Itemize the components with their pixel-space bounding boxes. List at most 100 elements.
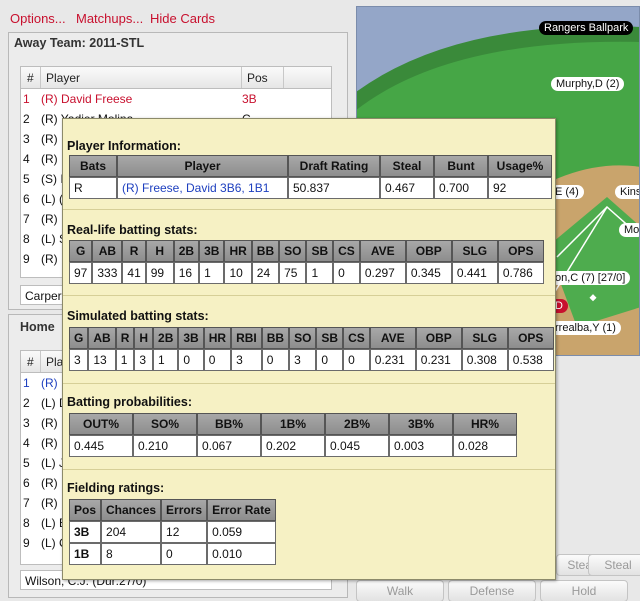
sim-value-cell: 13: [88, 349, 116, 371]
real-header-cell: SLG: [451, 240, 498, 262]
sim-header-cell: CS: [343, 327, 370, 349]
batting-prob-table: OUT% SO% BB% 1B% 2B% 3B% HR% 0.445 0.210 0.067 0.…: [69, 413, 517, 457]
real-value-cell: 1: [199, 262, 225, 284]
prob-header-cell: OUT%: [69, 413, 133, 435]
real-value-cell: 24: [251, 262, 280, 284]
sim-value-cell: 0.231: [415, 349, 462, 371]
sim-header-cell: HR: [203, 327, 232, 349]
sim-value-cell: 1: [115, 349, 135, 371]
lineup-row[interactable]: 1 (R) David Freese 3B: [21, 89, 331, 109]
player-name-value: (R) Freese, David 3B6, 1B1: [117, 177, 288, 199]
sim-header-cell: OBP: [415, 327, 462, 349]
fielding-error-rate: 0.010: [207, 543, 276, 565]
sim-stats-title: Simulated batting stats:: [67, 309, 209, 323]
fielding-chances: 204: [101, 521, 162, 543]
real-value-cell: 0: [333, 262, 360, 284]
real-header-cell: AVE: [359, 240, 406, 262]
bats-value: R: [69, 177, 117, 199]
sim-header-cell: OPS: [507, 327, 554, 349]
options-menu[interactable]: Options...: [10, 11, 66, 26]
col-pos: Pos: [69, 499, 102, 521]
prob-header-cell: BB%: [197, 413, 261, 435]
draft-rating-value: 50.837: [288, 177, 380, 199]
hold-button[interactable]: Hold: [540, 580, 628, 601]
sim-value-cell: 0.308: [461, 349, 508, 371]
sim-value-cell: 1: [153, 349, 179, 371]
batting-prob-title: Batting probabilities:: [67, 395, 192, 409]
col-pos-header: Pos: [247, 71, 268, 85]
prob-value-cell: 0.003: [389, 435, 453, 457]
real-value-cell: 333: [92, 262, 123, 284]
defense-button[interactable]: Defense: [448, 580, 536, 601]
prob-header-cell: HR%: [453, 413, 517, 435]
col-steal: Steal: [380, 155, 434, 177]
prob-value-cell: 0.067: [197, 435, 261, 457]
fielding-errors: 0: [161, 543, 208, 565]
fielder-label[interactable]: Kins: [615, 185, 639, 199]
sim-value-cell: 0.538: [507, 349, 554, 371]
menu-bar: Options... Matchups... Hide Cards: [0, 0, 352, 32]
bunt-value: 0.700: [434, 177, 488, 199]
fielding-pos: 1B: [69, 543, 102, 565]
prob-header-cell: 3B%: [389, 413, 453, 435]
sim-value-cell: 0.231: [369, 349, 416, 371]
real-header-cell: R: [122, 240, 146, 262]
sim-header-cell: G: [69, 327, 89, 349]
prob-value-cell: 0.445: [69, 435, 133, 457]
fielding-table: Pos Chances Errors Error Rate 3B 204 12 …: [69, 499, 276, 565]
real-header-cell: BB: [251, 240, 280, 262]
sim-value-cell: 3: [289, 349, 317, 371]
sim-header-cell: SLG: [461, 327, 508, 349]
col-player-header: Player: [46, 71, 81, 85]
col-error-rate: Error Rate: [207, 499, 276, 521]
sim-header-cell: SB: [316, 327, 344, 349]
real-header-cell: HR: [224, 240, 252, 262]
real-value-cell: 97: [69, 262, 93, 284]
real-value-cell: 16: [173, 262, 200, 284]
real-header-cell: H: [145, 240, 174, 262]
hide-cards-menu[interactable]: Hide Cards: [150, 11, 215, 26]
sim-value-cell: 0: [178, 349, 204, 371]
real-value-cell: 75: [279, 262, 307, 284]
fielding-title: Fielding ratings:: [67, 481, 165, 495]
sim-value-cell: 3: [134, 349, 154, 371]
fielder-label[interactable]: Murphy,D (2): [551, 77, 625, 91]
col-num-header: #: [27, 71, 34, 85]
prob-header-cell: SO%: [133, 413, 197, 435]
real-header-cell: AB: [92, 240, 123, 262]
prob-value-cell: 0.045: [325, 435, 389, 457]
steal-button-2[interactable]: Steal: [588, 554, 640, 576]
real-header-cell: G: [69, 240, 93, 262]
matchups-menu[interactable]: Matchups...: [76, 11, 143, 26]
real-value-cell: 1: [306, 262, 334, 284]
real-value-cell: 41: [122, 262, 146, 284]
sim-value-cell: 0: [316, 349, 344, 371]
fielding-pos: 3B: [69, 521, 102, 543]
real-header-cell: SO: [279, 240, 307, 262]
fielder-label[interactable]: on,C (7) [27/0]: [550, 271, 631, 285]
away-lineup-header: # Player Pos: [21, 67, 331, 89]
fielder-label[interactable]: rrealba,Y (1): [550, 321, 621, 335]
sim-header-cell: AVE: [369, 327, 416, 349]
real-value-cell: 0.297: [359, 262, 406, 284]
col-usage: Usage%: [488, 155, 552, 177]
sim-header-cell: AB: [88, 327, 116, 349]
fielding-error-rate: 0.059: [207, 521, 276, 543]
usage-value: 92: [488, 177, 552, 199]
prob-value-cell: 0.028: [453, 435, 517, 457]
real-header-cell: OPS: [497, 240, 544, 262]
prob-value-cell: 0.202: [261, 435, 325, 457]
real-header-cell: SB: [306, 240, 334, 262]
ballpark-label: Rangers Ballpark: [539, 21, 634, 35]
real-value-cell: 99: [145, 262, 174, 284]
real-stats-table: G AB R H 2B 3B HR BB SO SB CS AVE OBP SLG OPS 97 333 41 9…: [69, 240, 544, 284]
fielding-chances: 8: [101, 543, 162, 565]
fielder-label[interactable]: Mo: [619, 223, 639, 237]
sim-value-cell: 3: [231, 349, 262, 371]
sim-value-cell: 0: [261, 349, 290, 371]
real-value-cell: 0.345: [405, 262, 452, 284]
col-bunt: Bunt: [434, 155, 488, 177]
sim-header-cell: RBI: [231, 327, 262, 349]
col-player: Player: [117, 155, 288, 177]
walk-button[interactable]: Walk: [356, 580, 444, 601]
